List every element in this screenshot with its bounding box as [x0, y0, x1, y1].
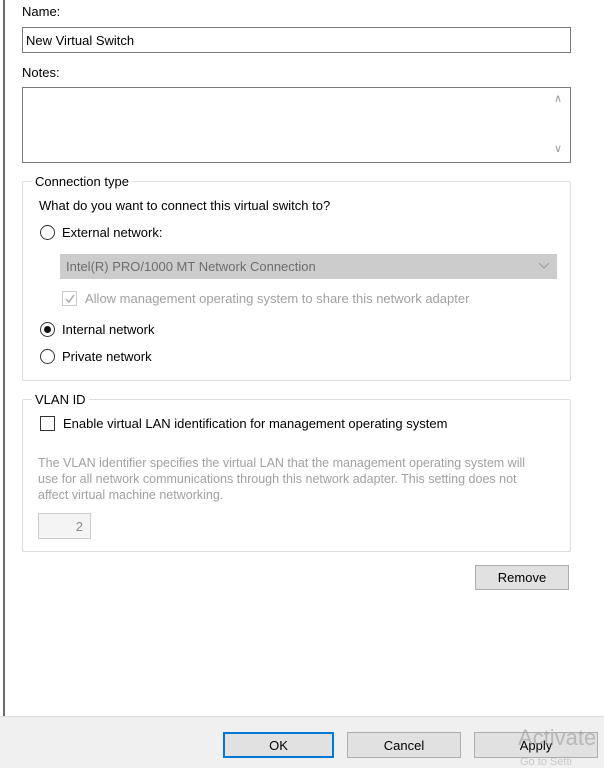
activation-watermark: Activate [518, 725, 597, 750]
radio-unchecked-icon [40, 225, 55, 240]
network-adapter-select[interactable]: Intel(R) PRO/1000 MT Network Connection [60, 254, 557, 279]
enable-vlan-checkbox[interactable]: Enable virtual LAN identification for ma… [40, 416, 447, 431]
name-field[interactable] [22, 27, 571, 53]
enable-vlan-label: Enable virtual LAN identification for ma… [63, 416, 448, 431]
scroll-up-icon[interactable]: ∧ [554, 92, 562, 105]
checkbox-checked-icon [62, 291, 77, 306]
internal-network-radio[interactable]: Internal network [40, 322, 155, 337]
notes-field[interactable] [22, 87, 571, 163]
name-label: Name: [22, 4, 61, 19]
external-network-radio[interactable]: External network: [40, 225, 162, 240]
left-border [3, 0, 5, 716]
checkbox-unchecked-icon [40, 416, 55, 431]
activation-watermark-sub: Go to Setti [520, 756, 572, 768]
remove-button[interactable]: Remove [475, 565, 569, 590]
private-network-radio[interactable]: Private network [40, 349, 152, 364]
radio-unchecked-icon [40, 349, 55, 364]
notes-scrollbar[interactable]: ∧ ∨ [549, 88, 570, 162]
radio-checked-icon [40, 322, 55, 337]
external-network-label: External network: [62, 225, 163, 240]
private-network-label: Private network [62, 349, 152, 364]
cancel-button[interactable]: Cancel [347, 732, 461, 758]
notes-label: Notes: [22, 65, 60, 80]
connection-question: What do you want to connect this virtual… [39, 198, 331, 213]
vlan-id-field[interactable]: 2 [38, 513, 91, 539]
ok-button[interactable]: OK [223, 732, 334, 758]
allow-management-label: Allow management operating system to sha… [85, 291, 470, 306]
chevron-down-icon [538, 262, 550, 269]
vlan-description: The VLAN identifier specifies the virtua… [38, 456, 526, 502]
scroll-down-icon[interactable]: ∨ [554, 142, 562, 155]
network-adapter-value: Intel(R) PRO/1000 MT Network Connection [66, 259, 316, 274]
internal-network-label: Internal network [62, 322, 155, 337]
allow-management-checkbox[interactable]: Allow management operating system to sha… [62, 291, 469, 306]
vlan-legend: VLAN ID [35, 392, 86, 407]
connection-type-legend: Connection type [35, 174, 129, 189]
